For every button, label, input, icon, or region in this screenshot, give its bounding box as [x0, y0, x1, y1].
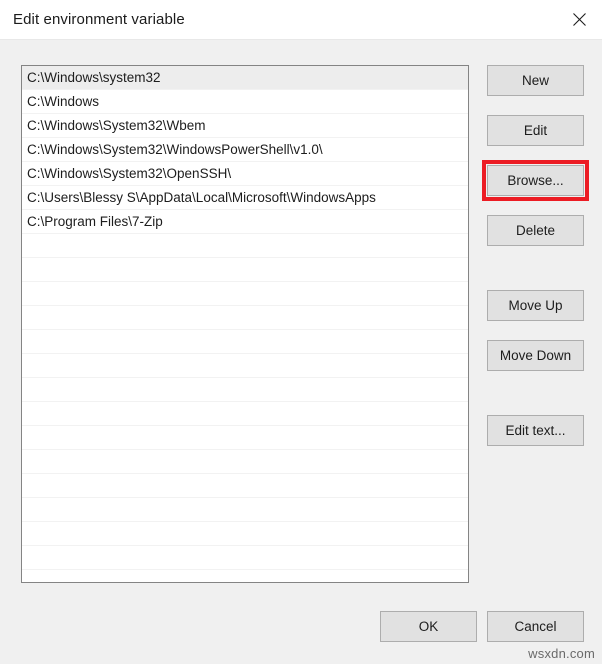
- dialog-body: C:\Windows\system32 C:\Windows C:\Windows\…: [0, 40, 602, 664]
- path-listbox[interactable]: C:\Windows\system32 C:\Windows C:\Windows\…: [21, 65, 469, 583]
- cancel-button[interactable]: Cancel: [487, 611, 584, 642]
- ok-button[interactable]: OK: [380, 611, 477, 642]
- path-list-item[interactable]: C:\Windows\System32\Wbem: [22, 114, 468, 138]
- path-list-empty-row[interactable]: [22, 450, 468, 474]
- edit-button[interactable]: Edit: [487, 115, 584, 146]
- path-list-item[interactable]: C:\Windows\system32: [22, 66, 468, 90]
- watermark: wsxdn.com: [528, 646, 595, 661]
- title-bar: Edit environment variable: [0, 0, 602, 40]
- move-up-button[interactable]: Move Up: [487, 290, 584, 321]
- path-list-item[interactable]: C:\Program Files\7-Zip: [22, 210, 468, 234]
- close-button[interactable]: [556, 0, 602, 39]
- edit-text-button[interactable]: Edit text...: [487, 415, 584, 446]
- path-list-empty-row[interactable]: [22, 306, 468, 330]
- path-list-empty-row[interactable]: [22, 498, 468, 522]
- new-button[interactable]: New: [487, 65, 584, 96]
- close-icon: [572, 13, 586, 26]
- path-list-item[interactable]: C:\Users\Blessy S\AppData\Local\Microsof…: [22, 186, 468, 210]
- path-list-empty-row[interactable]: [22, 282, 468, 306]
- path-list-empty-row[interactable]: [22, 330, 468, 354]
- delete-button[interactable]: Delete: [487, 215, 584, 246]
- path-list-empty-row[interactable]: [22, 426, 468, 450]
- path-list-empty-row[interactable]: [22, 474, 468, 498]
- move-down-button[interactable]: Move Down: [487, 340, 584, 371]
- path-list-item[interactable]: C:\Windows\System32\WindowsPowerShell\v1…: [22, 138, 468, 162]
- path-list-item[interactable]: C:\Windows\System32\OpenSSH\: [22, 162, 468, 186]
- path-list-empty-row[interactable]: [22, 546, 468, 570]
- path-list-empty-row[interactable]: [22, 234, 468, 258]
- path-list-empty-row[interactable]: [22, 402, 468, 426]
- path-list-empty-row[interactable]: [22, 258, 468, 282]
- path-list-empty-row[interactable]: [22, 354, 468, 378]
- path-list-item[interactable]: C:\Windows: [22, 90, 468, 114]
- window-title: Edit environment variable: [13, 11, 185, 28]
- path-list-empty-row[interactable]: [22, 522, 468, 546]
- browse-button[interactable]: Browse...: [487, 165, 584, 196]
- path-list-empty-row[interactable]: [22, 378, 468, 402]
